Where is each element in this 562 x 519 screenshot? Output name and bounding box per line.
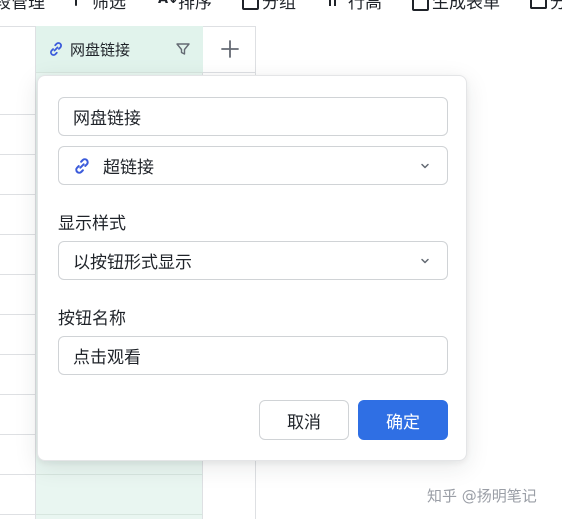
button-name-value: 点击观看 (73, 348, 141, 368)
toolbar-form-label: 生成表单 (432, 0, 500, 13)
row-divider (36, 514, 203, 515)
display-style-value: 以按钮形式显示 (73, 253, 192, 273)
toolbar-row-height-label: 行高 (348, 0, 382, 13)
row-divider (0, 314, 36, 315)
cancel-button[interactable]: 取消 (259, 400, 349, 440)
display-style-select[interactable]: 以按钮形式显示 (58, 241, 448, 280)
toolbar-group-button[interactable]: 分组 (242, 0, 296, 13)
field-name-value: 网盘链接 (73, 109, 141, 129)
plus-icon (220, 40, 239, 58)
row-divider (0, 434, 36, 435)
table-column-previous[interactable] (0, 26, 36, 519)
row-divider (36, 474, 203, 475)
link-icon (75, 157, 89, 174)
toolbar-field-manage[interactable]: 段管理 (0, 0, 45, 13)
toolbar-filter-label: 筛选 (92, 0, 126, 13)
link-icon (50, 42, 62, 56)
group-icon (242, 0, 259, 10)
chevron-down-icon (421, 163, 429, 169)
field-type-select[interactable]: 超链接 (58, 146, 448, 185)
toolbar-form-button[interactable]: 生成表单 (412, 0, 500, 13)
row-divider (0, 234, 36, 235)
toolbar-share-button[interactable]: 分 (530, 0, 562, 13)
toolbar-sort-label: 排序 (178, 0, 212, 13)
toolbar-field-manage-label: 段管理 (0, 0, 45, 13)
row-height-icon (328, 0, 342, 8)
field-type-value: 超链接 (103, 158, 154, 178)
add-column-button[interactable] (203, 26, 256, 73)
toolbar: 段管理 筛选 A↓ 排序 分组 行高 生成表单 分 (0, 0, 562, 13)
row-divider (0, 474, 36, 475)
row-divider (0, 354, 36, 355)
filter-icon (72, 0, 86, 8)
field-name-input[interactable]: 网盘链接 (58, 97, 448, 136)
column-header-label: 网盘链接 (70, 40, 131, 59)
display-style-label: 显示样式 (58, 214, 126, 234)
column-header[interactable]: 网盘链接 (36, 26, 203, 73)
toolbar-share-label: 分 (550, 0, 562, 13)
toolbar-sort-button[interactable]: A↓ 排序 (158, 0, 212, 13)
row-divider (0, 194, 36, 195)
share-icon (530, 0, 547, 9)
form-icon (412, 0, 429, 11)
chevron-down-icon (421, 258, 429, 264)
row-divider (0, 114, 36, 115)
sort-icon: A↓ (158, 0, 179, 8)
field-config-panel: 网盘链接 超链接 显示样式 以按钮形式显示 按钮名称 点击观看 取消 确定 (37, 75, 467, 461)
button-name-label: 按钮名称 (58, 309, 126, 329)
watermark: 知乎 @扬明笔记 (427, 487, 537, 505)
row-divider (0, 154, 36, 155)
confirm-button[interactable]: 确定 (358, 400, 448, 440)
row-divider (0, 394, 36, 395)
toolbar-filter-button[interactable]: 筛选 (72, 0, 126, 13)
toolbar-group-label: 分组 (262, 0, 296, 13)
row-divider (0, 274, 36, 275)
row-divider (0, 514, 36, 515)
filter-icon[interactable] (175, 41, 191, 57)
toolbar-row-height-button[interactable]: 行高 (328, 0, 382, 13)
button-name-input[interactable]: 点击观看 (58, 336, 448, 375)
